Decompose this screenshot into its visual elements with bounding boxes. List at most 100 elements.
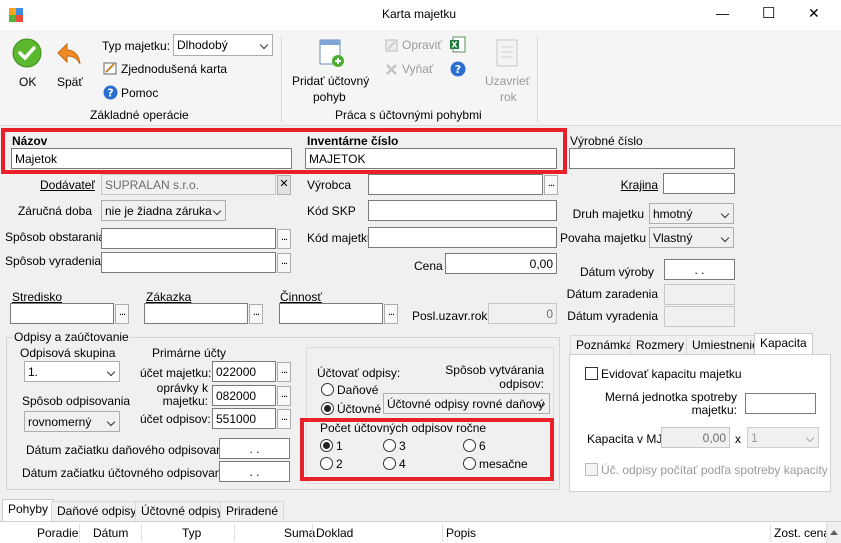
count-6-label[interactable]: 6 — [479, 439, 486, 453]
col-type[interactable]: Typ — [182, 526, 201, 540]
name-input[interactable]: Majetok — [11, 148, 292, 169]
tab-note[interactable]: Poznámka — [570, 335, 639, 355]
tab-assigned[interactable]: Priradené — [220, 501, 285, 521]
add-move-icon[interactable] — [318, 38, 346, 68]
tab-location[interactable]: Umiestnenie — [686, 335, 765, 355]
col-order[interactable]: Poradie — [37, 526, 78, 540]
adjustment-account-label-1: oprávky k — [156, 381, 208, 395]
tab-movements[interactable]: Pohyby — [2, 499, 55, 521]
depr-group-select[interactable]: 1. — [24, 361, 120, 382]
count-monthly-label[interactable]: mesačne — [479, 457, 528, 471]
asset-code-input[interactable] — [368, 227, 557, 248]
scroll-up-icon[interactable] — [830, 530, 838, 535]
disposal-browse-button[interactable]: ... — [277, 253, 291, 273]
count-3-label[interactable]: 3 — [399, 439, 406, 453]
tab-dimensions[interactable]: Rozmery — [630, 335, 691, 355]
tab-capacity[interactable]: Kapacita — [754, 333, 813, 355]
acquisition-browse-button[interactable]: ... — [277, 229, 291, 249]
count-3-radio[interactable] — [383, 439, 396, 452]
col-document[interactable]: Doklad — [316, 526, 353, 540]
depr-account-browse-button[interactable]: ... — [277, 409, 291, 429]
asset-account-input[interactable]: 022000 — [212, 361, 276, 382]
col-residual[interactable]: Zost. cena — [774, 526, 830, 540]
kind-select[interactable]: hmotný — [649, 203, 734, 224]
acc-start-date-input[interactable]: . . — [219, 461, 290, 482]
nature-label: Povaha majetku — [560, 231, 647, 245]
activity-label[interactable]: Činnosť — [280, 290, 322, 304]
adjustment-account-input[interactable]: 082000 — [212, 385, 276, 406]
acquisition-input[interactable] — [101, 228, 276, 249]
help-icon-2[interactable]: ? — [450, 61, 466, 77]
create-method-select[interactable]: Účtovné odpisy rovné daňový — [383, 393, 550, 414]
center-browse-button[interactable]: ... — [115, 304, 129, 324]
col-description[interactable]: Popis — [446, 526, 476, 540]
inventory-number-input[interactable]: MAJETOK — [305, 148, 557, 169]
edit-button[interactable]: Opraviť — [402, 38, 442, 52]
count-1-radio[interactable] — [320, 439, 333, 452]
eval-capacity-label[interactable]: Evidovať kapacitu majetku — [601, 367, 742, 381]
post-acc-label[interactable]: Účtovné — [337, 402, 381, 416]
warranty-select[interactable]: nie je žiadna záruka — [101, 200, 226, 221]
close-button[interactable]: ✕ — [808, 5, 820, 22]
adjustment-account-browse-button[interactable]: ... — [277, 386, 291, 406]
unit-input[interactable] — [745, 393, 816, 414]
minimize-button[interactable]: — — [716, 6, 729, 21]
count-2-label[interactable]: 2 — [336, 457, 343, 471]
excel-icon[interactable]: X — [449, 36, 466, 53]
col-date[interactable]: Dátum — [93, 526, 128, 540]
price-input[interactable]: 0,00 — [445, 253, 557, 274]
tax-start-date-input[interactable]: . . — [219, 438, 290, 459]
count-6-radio[interactable] — [463, 439, 476, 452]
count-1-label[interactable]: 1 — [336, 439, 343, 453]
count-4-radio[interactable] — [383, 457, 396, 470]
kind-label: Druh majetku — [572, 207, 644, 221]
asset-type-select[interactable]: Dlhodobý — [173, 34, 273, 56]
serial-number-input[interactable] — [569, 148, 735, 169]
maker-input[interactable] — [368, 174, 543, 195]
remove-button[interactable]: Vyňať — [402, 62, 433, 76]
close-year-label-2[interactable]: rok — [500, 90, 517, 104]
count-2-radio[interactable] — [320, 457, 333, 470]
simple-card-button[interactable]: Zjednodušená karta — [121, 62, 227, 76]
col-amount[interactable]: Suma — [284, 526, 315, 540]
ok-icon[interactable] — [12, 38, 42, 68]
order-browse-button[interactable]: ... — [249, 304, 263, 324]
tab-tax-depr[interactable]: Daňové odpisy — [51, 501, 143, 521]
asset-code-label: Kód majetku — [307, 231, 374, 245]
tab-acc-depr[interactable]: Účtovné odpisy — [135, 501, 230, 521]
asset-account-browse-button[interactable]: ... — [277, 362, 291, 382]
back-arrow-icon[interactable] — [56, 42, 82, 66]
post-tax-radio[interactable] — [321, 383, 334, 396]
add-move-label-1[interactable]: Pridať účtovný — [292, 74, 369, 88]
center-input[interactable] — [10, 303, 114, 324]
help-button[interactable]: Pomoc — [121, 86, 158, 100]
order-input[interactable] — [144, 303, 248, 324]
activity-input[interactable] — [279, 303, 383, 324]
country-label[interactable]: Krajina — [600, 178, 658, 192]
back-button[interactable]: Späť — [57, 75, 83, 89]
supplier-label[interactable]: Dodávateľ — [40, 178, 95, 192]
maker-browse-button[interactable]: ... — [544, 175, 558, 195]
supplier-clear-button[interactable]: ✕ — [277, 175, 291, 195]
ok-button[interactable]: OK — [19, 75, 36, 89]
center-label[interactable]: Stredisko — [12, 290, 62, 304]
eval-capacity-checkbox[interactable] — [585, 367, 598, 380]
depr-method-select[interactable]: rovnomerný — [24, 411, 120, 432]
post-tax-label[interactable]: Daňové — [337, 383, 378, 397]
count-4-label[interactable]: 4 — [399, 457, 406, 471]
nature-select[interactable]: Vlastný — [649, 227, 734, 248]
supplier-input[interactable]: SUPRALAN s.r.o. — [101, 174, 276, 195]
skp-input[interactable] — [368, 200, 557, 221]
order-label[interactable]: Zákazka — [146, 290, 191, 304]
maximize-button[interactable]: ☐ — [762, 4, 775, 22]
depr-account-input[interactable]: 551000 — [212, 408, 276, 429]
country-input[interactable] — [663, 173, 735, 194]
add-move-label-2[interactable]: pohyb — [313, 90, 346, 104]
primary-accounts-label: Primárne účty — [152, 346, 227, 360]
post-acc-radio[interactable] — [321, 402, 334, 415]
disposal-input[interactable] — [101, 252, 276, 273]
production-date-input[interactable]: . . — [664, 259, 735, 280]
activity-browse-button[interactable]: ... — [384, 304, 398, 324]
count-monthly-radio[interactable] — [463, 457, 476, 470]
close-year-label-1[interactable]: Uzavrieť — [485, 74, 530, 88]
